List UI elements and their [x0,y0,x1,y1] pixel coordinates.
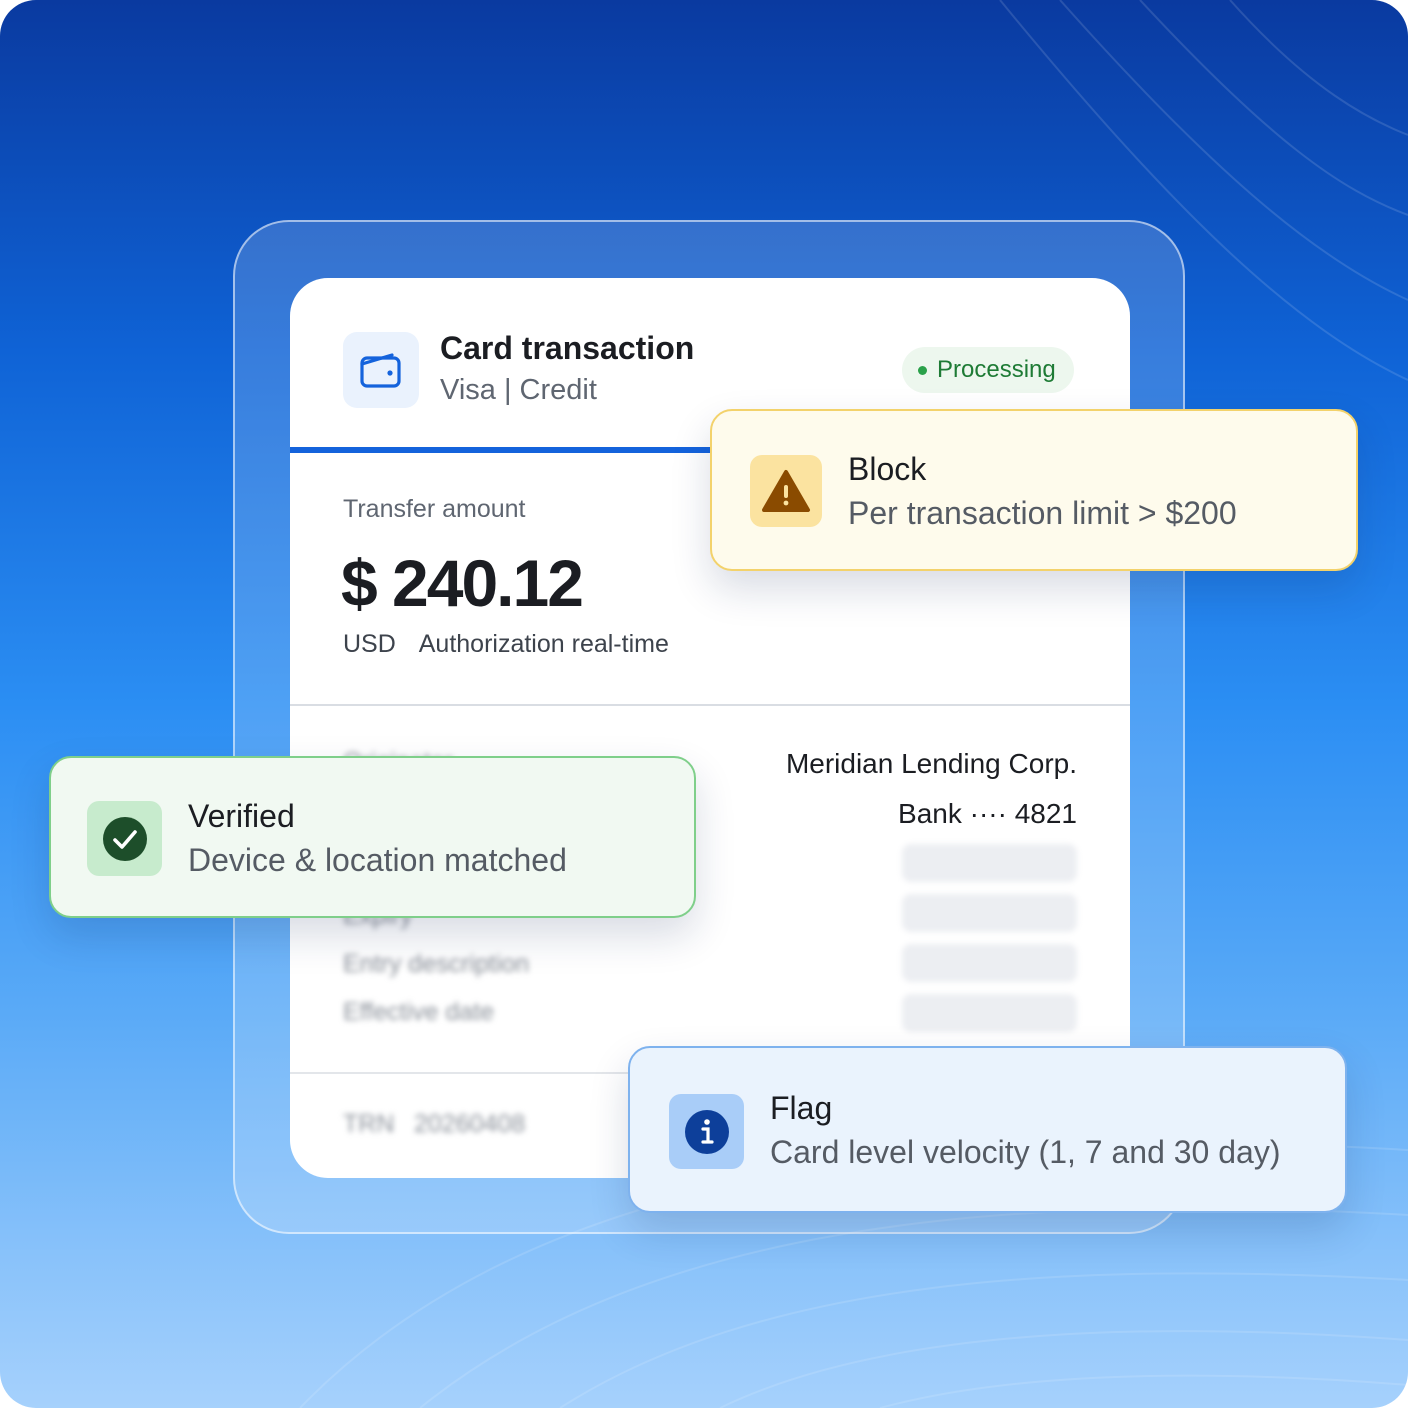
status-text: Processing [937,356,1056,383]
amount-meta: USD Authorization real-time [343,630,669,659]
status-badge: Processing [902,347,1074,393]
warning-triangle-icon [750,455,822,527]
trn-value: 20260408 [414,1110,526,1138]
block-title: Block [848,451,927,487]
detail-label-entry-description: Entry description [343,950,530,978]
wallet-icon [343,332,419,408]
block-notice: Block Per transaction limit > $200 [710,409,1358,571]
check-circle-icon [87,801,162,876]
amount-label: Transfer amount [343,495,526,523]
flag-notice: Flag Card level velocity (1, 7 and 30 da… [628,1046,1347,1213]
placeholder-bar [902,844,1077,882]
detail-label-effective-date: Effective date [343,998,495,1026]
placeholder-bar [902,894,1077,932]
info-circle-icon [669,1094,744,1169]
currency-code: USD [343,630,396,658]
card-title: Card transaction [440,330,695,366]
merchant-name: Meridian Lending Corp. [785,748,1077,779]
placeholder-bar [902,994,1077,1032]
block-description: Per transaction limit > $200 [848,495,1237,531]
amount-value: $ 240.12 [341,546,584,620]
trn-label: TRN [343,1110,395,1138]
verified-notice: Verified Device & location matched [49,756,696,918]
flag-title: Flag [770,1090,833,1126]
flag-description: Card level velocity (1, 7 and 30 day) [770,1134,1281,1170]
status-dot-icon [918,365,927,375]
verified-description: Device & location matched [188,842,567,878]
placeholder-bar [902,944,1077,982]
authorization-type: Authorization real-time [418,630,669,658]
verified-title: Verified [188,798,295,834]
bank-account: Bank ···· 4821 [898,798,1077,829]
card-subtitle: Visa | Credit [440,374,597,406]
